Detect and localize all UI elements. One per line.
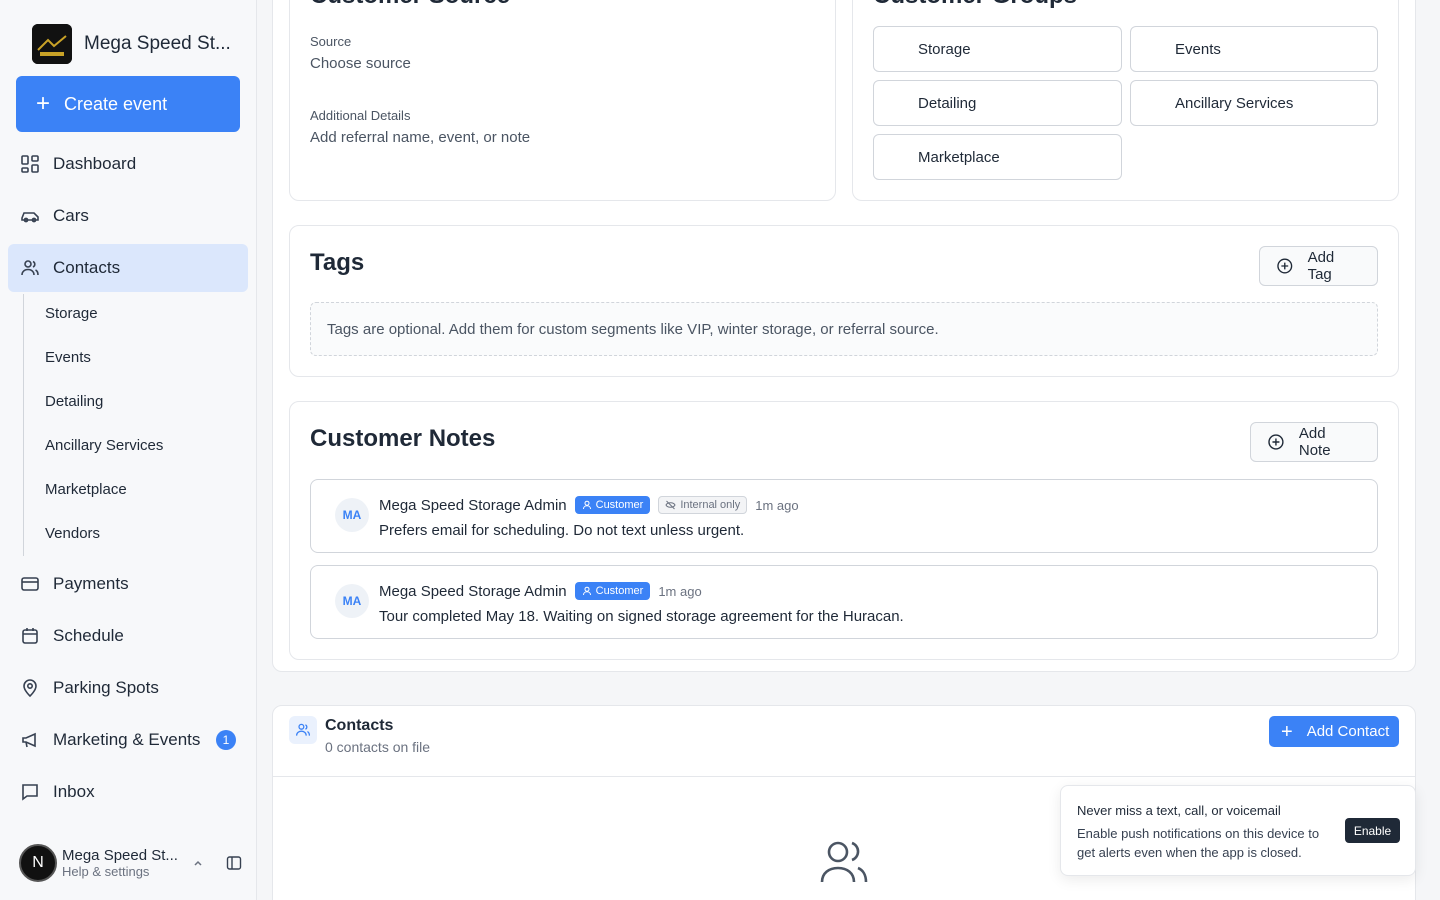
user-avatar: N xyxy=(19,844,57,882)
create-event-button[interactable]: + Create event xyxy=(16,76,240,132)
contacts-icon xyxy=(289,716,317,744)
nav-inbox-label: Inbox xyxy=(53,782,95,801)
note-body: Prefers email for scheduling. Do not tex… xyxy=(379,522,745,539)
subnav-storage[interactable]: Storage xyxy=(45,305,98,322)
user-menu[interactable]: N Mega Speed St... Help & settings xyxy=(19,843,245,883)
internal-only-badge: Internal only xyxy=(658,496,748,514)
nav-contacts-label: Contacts xyxy=(53,258,121,277)
nav-marketing-events[interactable]: Marketing & Events 1 xyxy=(8,716,248,764)
user-name: Mega Speed St... xyxy=(62,847,178,864)
user-icon xyxy=(582,500,591,510)
enable-notifications-button[interactable]: Enable xyxy=(1345,818,1400,843)
customer-groups-title: Customer Groups xyxy=(873,0,1077,10)
group-detailing-button[interactable]: Detailing xyxy=(873,80,1122,126)
nav-schedule[interactable]: Schedule xyxy=(8,612,248,660)
additional-details-input[interactable]: Add referral name, event, or note xyxy=(310,129,530,146)
brand-name: Mega Speed St... xyxy=(84,33,231,54)
note-time: 1m ago xyxy=(658,583,702,599)
user-subtitle: Help & settings xyxy=(62,864,150,879)
users-empty-icon xyxy=(820,841,868,883)
group-storage-button[interactable]: Storage xyxy=(873,26,1122,72)
nav-cars-label: Cars xyxy=(53,206,89,225)
customer-source-card xyxy=(289,0,836,201)
note-author: Mega Speed Storage Admin xyxy=(379,496,567,514)
nav-contacts[interactable]: Contacts xyxy=(8,244,248,292)
user-icon xyxy=(582,586,591,596)
internal-only-label: Internal only xyxy=(680,499,741,511)
add-contact-button[interactable]: + Add Contact xyxy=(1269,716,1399,747)
subnav-ancillary-services[interactable]: Ancillary Services xyxy=(45,437,163,454)
contacts-title: Contacts xyxy=(325,717,394,734)
create-event-label: Create event xyxy=(64,93,168,114)
calendar-icon xyxy=(22,628,38,644)
nav-parking-spots[interactable]: Parking Spots xyxy=(8,664,248,712)
megaphone-icon xyxy=(22,732,36,748)
toast-title: Never miss a text, call, or voicemail xyxy=(1077,803,1281,818)
additional-details-label: Additional Details xyxy=(310,108,411,123)
add-tag-button[interactable]: Add Tag xyxy=(1259,246,1378,286)
brand-logo xyxy=(32,24,72,64)
users-icon xyxy=(21,260,39,276)
map-pin-icon xyxy=(23,679,37,698)
group-marketplace-button[interactable]: Marketplace xyxy=(873,134,1122,180)
nav-payments[interactable]: Payments xyxy=(8,560,248,608)
toast-body: Enable push notifications on this device… xyxy=(1077,826,1320,860)
sidebar: Mega Speed St... + Create event Dashboar… xyxy=(0,0,257,900)
dashboard-icon xyxy=(21,155,39,173)
customer-badge: Customer xyxy=(574,582,651,600)
brand[interactable]: Mega Speed St... xyxy=(32,24,231,64)
contacts-count: 0 contacts on file xyxy=(325,739,431,755)
message-square-icon xyxy=(22,784,38,801)
note-body: Tour completed May 18. Waiting on signed… xyxy=(379,608,904,625)
credit-card-icon xyxy=(21,577,39,591)
note-item[interactable]: MA Mega Speed Storage Admin Customer Int… xyxy=(310,479,1378,553)
marketing-count-badge: 1 xyxy=(216,730,236,750)
note-time: 1m ago xyxy=(755,497,799,513)
customer-source-title: Customer Source xyxy=(310,0,510,10)
note-author-avatar: MA xyxy=(335,498,369,532)
nav-dashboard-label: Dashboard xyxy=(53,154,137,173)
nav-payments-label: Payments xyxy=(53,574,129,593)
plus-circle-icon xyxy=(1268,434,1284,450)
tags-empty-state: Tags are optional. Add them for custom s… xyxy=(310,302,1378,356)
note-author: Mega Speed Storage Admin xyxy=(379,582,567,600)
car-icon xyxy=(21,212,39,223)
nav-inbox[interactable]: Inbox xyxy=(8,768,248,816)
nav-marketing-label: Marketing & Events xyxy=(53,730,201,749)
nav-dashboard[interactable]: Dashboard xyxy=(8,140,248,188)
nav-cars[interactable]: Cars xyxy=(8,192,248,240)
add-note-button[interactable]: Add Note xyxy=(1250,422,1378,462)
add-note-label: Add Note xyxy=(1298,425,1331,459)
note-author-avatar: MA xyxy=(335,584,369,618)
chevron-up-icon[interactable] xyxy=(192,857,204,869)
customer-badge-label: Customer xyxy=(595,585,644,597)
eye-off-icon xyxy=(665,500,676,510)
contacts-divider xyxy=(273,776,1415,777)
group-ancillary-services-button[interactable]: Ancillary Services xyxy=(1130,80,1378,126)
nav-parking-label: Parking Spots xyxy=(53,678,159,697)
group-events-button[interactable]: Events xyxy=(1130,26,1378,72)
plus-icon: + xyxy=(36,90,51,117)
subnav-guide xyxy=(23,294,24,556)
subnav-marketplace[interactable]: Marketplace xyxy=(45,481,127,498)
customer-notes-title: Customer Notes xyxy=(310,425,496,452)
sidebar-toggle-icon[interactable] xyxy=(226,855,242,871)
subnav-events[interactable]: Events xyxy=(45,349,91,366)
nav-schedule-label: Schedule xyxy=(53,626,124,645)
tags-title: Tags xyxy=(310,249,365,276)
source-label: Source xyxy=(310,34,352,49)
customer-badge: Customer xyxy=(574,496,651,514)
customer-badge-label: Customer xyxy=(595,499,644,511)
note-item[interactable]: MA Mega Speed Storage Admin Customer 1m … xyxy=(310,565,1378,639)
add-tag-label: Add Tag xyxy=(1307,249,1335,283)
add-contact-label: Add Contact xyxy=(1306,723,1390,740)
subnav-vendors[interactable]: Vendors xyxy=(45,525,100,542)
plus-icon: + xyxy=(1281,720,1293,743)
source-select[interactable]: Choose source xyxy=(310,55,411,72)
plus-circle-icon xyxy=(1277,258,1293,274)
subnav-detailing[interactable]: Detailing xyxy=(45,393,103,410)
push-notification-toast: Never miss a text, call, or voicemail En… xyxy=(1060,785,1416,876)
